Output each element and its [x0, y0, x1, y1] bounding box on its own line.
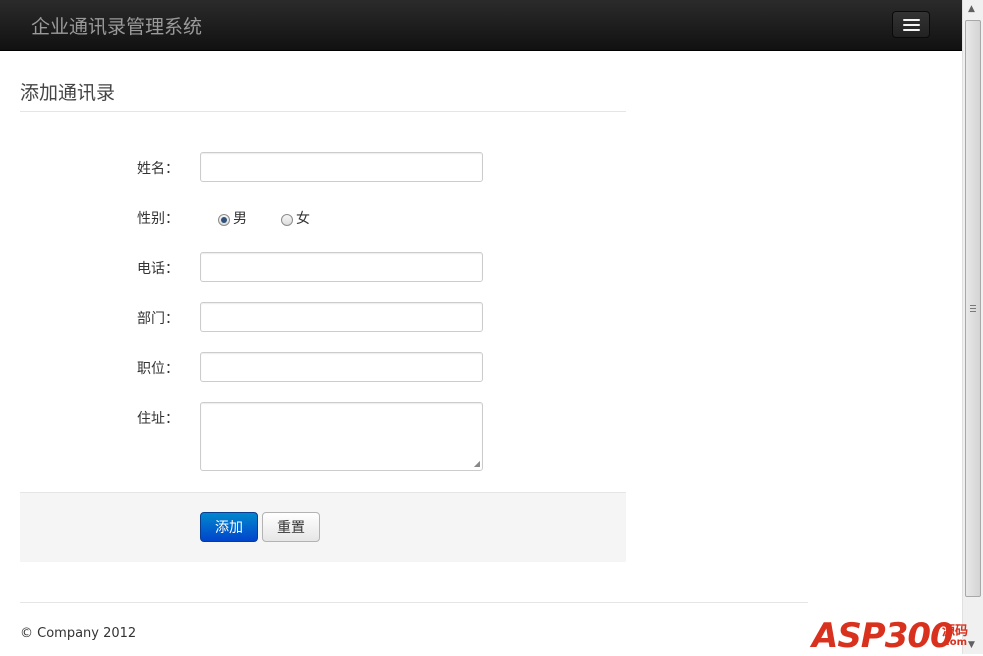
- position-label: 职位：: [137, 361, 179, 377]
- gender-label: 性别：: [137, 211, 179, 227]
- name-label: 姓名：: [137, 161, 179, 177]
- gender-male-label[interactable]: 男: [233, 208, 247, 228]
- phone-label: 电话：: [137, 261, 179, 277]
- watermark-logo: ASP300 源码 .com: [812, 602, 968, 656]
- gender-female-radio[interactable]: [281, 214, 293, 226]
- gender-male-radio[interactable]: [218, 214, 230, 226]
- footer-divider: [20, 602, 808, 603]
- phone-input[interactable]: [200, 252, 483, 282]
- scrollbar-thumb[interactable]: [965, 20, 981, 597]
- department-input[interactable]: [200, 302, 483, 332]
- page-title: 添加通讯录: [20, 82, 116, 104]
- menu-bar: [903, 24, 920, 26]
- reset-button[interactable]: 重置: [262, 512, 320, 542]
- name-input[interactable]: [200, 152, 483, 182]
- vertical-scrollbar[interactable]: ▲ ▼: [962, 0, 983, 654]
- gender-female-label[interactable]: 女: [296, 208, 310, 228]
- grip-line: [970, 305, 976, 306]
- navbar: 企业通讯录管理系统: [0, 0, 962, 51]
- watermark-brand: ASP300: [812, 616, 954, 656]
- menu-bar: [903, 29, 920, 31]
- position-input[interactable]: [200, 352, 483, 382]
- resize-grip-icon[interactable]: ◢: [474, 460, 480, 468]
- grip-line: [970, 308, 976, 309]
- add-button[interactable]: 添加: [200, 512, 258, 542]
- form-actions: [20, 492, 626, 562]
- brand-title[interactable]: 企业通讯录管理系统: [31, 12, 202, 39]
- grip-line: [970, 311, 976, 312]
- address-label: 住址：: [137, 411, 179, 427]
- watermark-domain: .com: [940, 637, 968, 648]
- scroll-down-arrow-icon[interactable]: ▼: [968, 640, 975, 650]
- address-textarea[interactable]: ◢: [200, 402, 483, 471]
- footer-copyright: © Company 2012: [20, 626, 137, 641]
- title-divider: [20, 111, 626, 112]
- hamburger-menu-icon[interactable]: [892, 11, 930, 38]
- scroll-up-arrow-icon[interactable]: ▲: [968, 4, 975, 14]
- menu-bar: [903, 19, 920, 21]
- department-label: 部门：: [137, 311, 179, 327]
